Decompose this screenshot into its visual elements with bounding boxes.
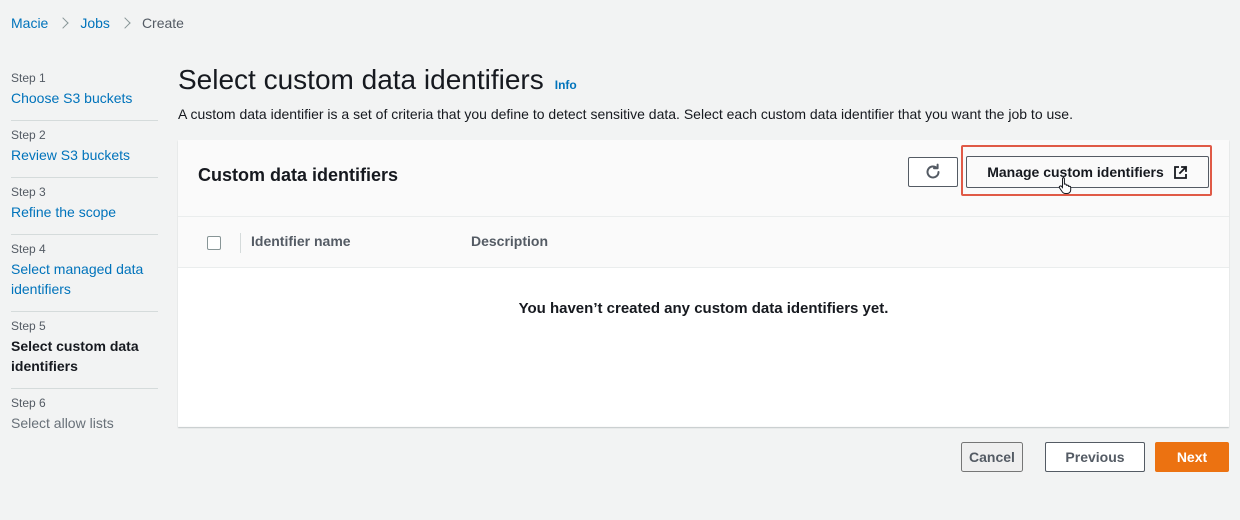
column-divider [240, 233, 241, 253]
step-link-choose-buckets[interactable]: Choose S3 buckets [11, 88, 158, 108]
step-6: Step 6 Select allow lists [11, 389, 158, 445]
step-4: Step 4 Select managed data identifiers [11, 235, 158, 312]
external-link-icon [1173, 165, 1188, 180]
breadcrumb-jobs[interactable]: Jobs [80, 15, 110, 31]
container-title: Custom data identifiers [198, 165, 399, 185]
table-header: Identifier name Description [178, 217, 1229, 268]
step-link-refine-scope[interactable]: Refine the scope [11, 202, 158, 222]
step-1: Step 1 Choose S3 buckets [11, 64, 158, 121]
step-2: Step 2 Review S3 buckets [11, 121, 158, 178]
empty-state-message: You haven’t created any custom data iden… [178, 268, 1229, 426]
step-number: Step 5 [11, 319, 46, 333]
step-3: Step 3 Refine the scope [11, 178, 158, 235]
chevron-right-icon [119, 17, 131, 29]
breadcrumb: Macie Jobs Create [11, 15, 184, 31]
column-header-description[interactable]: Description [471, 233, 548, 249]
wizard-steps-nav: Step 1 Choose S3 buckets Step 2 Review S… [11, 64, 158, 445]
manage-button-label: Manage custom identifiers [987, 164, 1164, 180]
step-link-review-buckets[interactable]: Review S3 buckets [11, 145, 158, 165]
next-button[interactable]: Next [1155, 442, 1229, 472]
breadcrumb-macie[interactable]: Macie [11, 15, 48, 31]
step-number: Step 6 [11, 396, 46, 410]
container-header: Custom data identifiers Manage custom id… [178, 140, 1229, 217]
cancel-button[interactable]: Cancel [961, 442, 1023, 472]
refresh-icon [926, 163, 940, 179]
page-header: Select custom data identifiers Info [178, 62, 577, 98]
previous-button[interactable]: Previous [1045, 442, 1145, 472]
step-number: Step 2 [11, 128, 46, 142]
step-number: Step 4 [11, 242, 46, 256]
info-link[interactable]: Info [555, 78, 577, 92]
column-header-identifier-name[interactable]: Identifier name [251, 233, 351, 249]
page-description: A custom data identifier is a set of cri… [178, 106, 1073, 122]
select-all-checkbox[interactable] [207, 236, 221, 250]
manage-custom-identifiers-button[interactable]: Manage custom identifiers [966, 156, 1209, 188]
custom-identifiers-container: Custom data identifiers Manage custom id… [178, 140, 1229, 427]
step-number: Step 3 [11, 185, 46, 199]
step-number: Step 1 [11, 71, 46, 85]
breadcrumb-create: Create [141, 15, 184, 31]
chevron-right-icon [57, 17, 70, 29]
step-allow-lists: Select allow lists [11, 415, 114, 431]
refresh-button[interactable] [908, 157, 958, 187]
step-current-custom-identifiers: Select custom data identifiers [11, 338, 139, 374]
step-5: Step 5 Select custom data identifiers [11, 312, 158, 389]
page-title: Select custom data identifiers [178, 64, 544, 95]
hand-pointer-icon [1058, 176, 1074, 199]
step-link-managed-identifiers[interactable]: Select managed data identifiers [11, 259, 158, 299]
